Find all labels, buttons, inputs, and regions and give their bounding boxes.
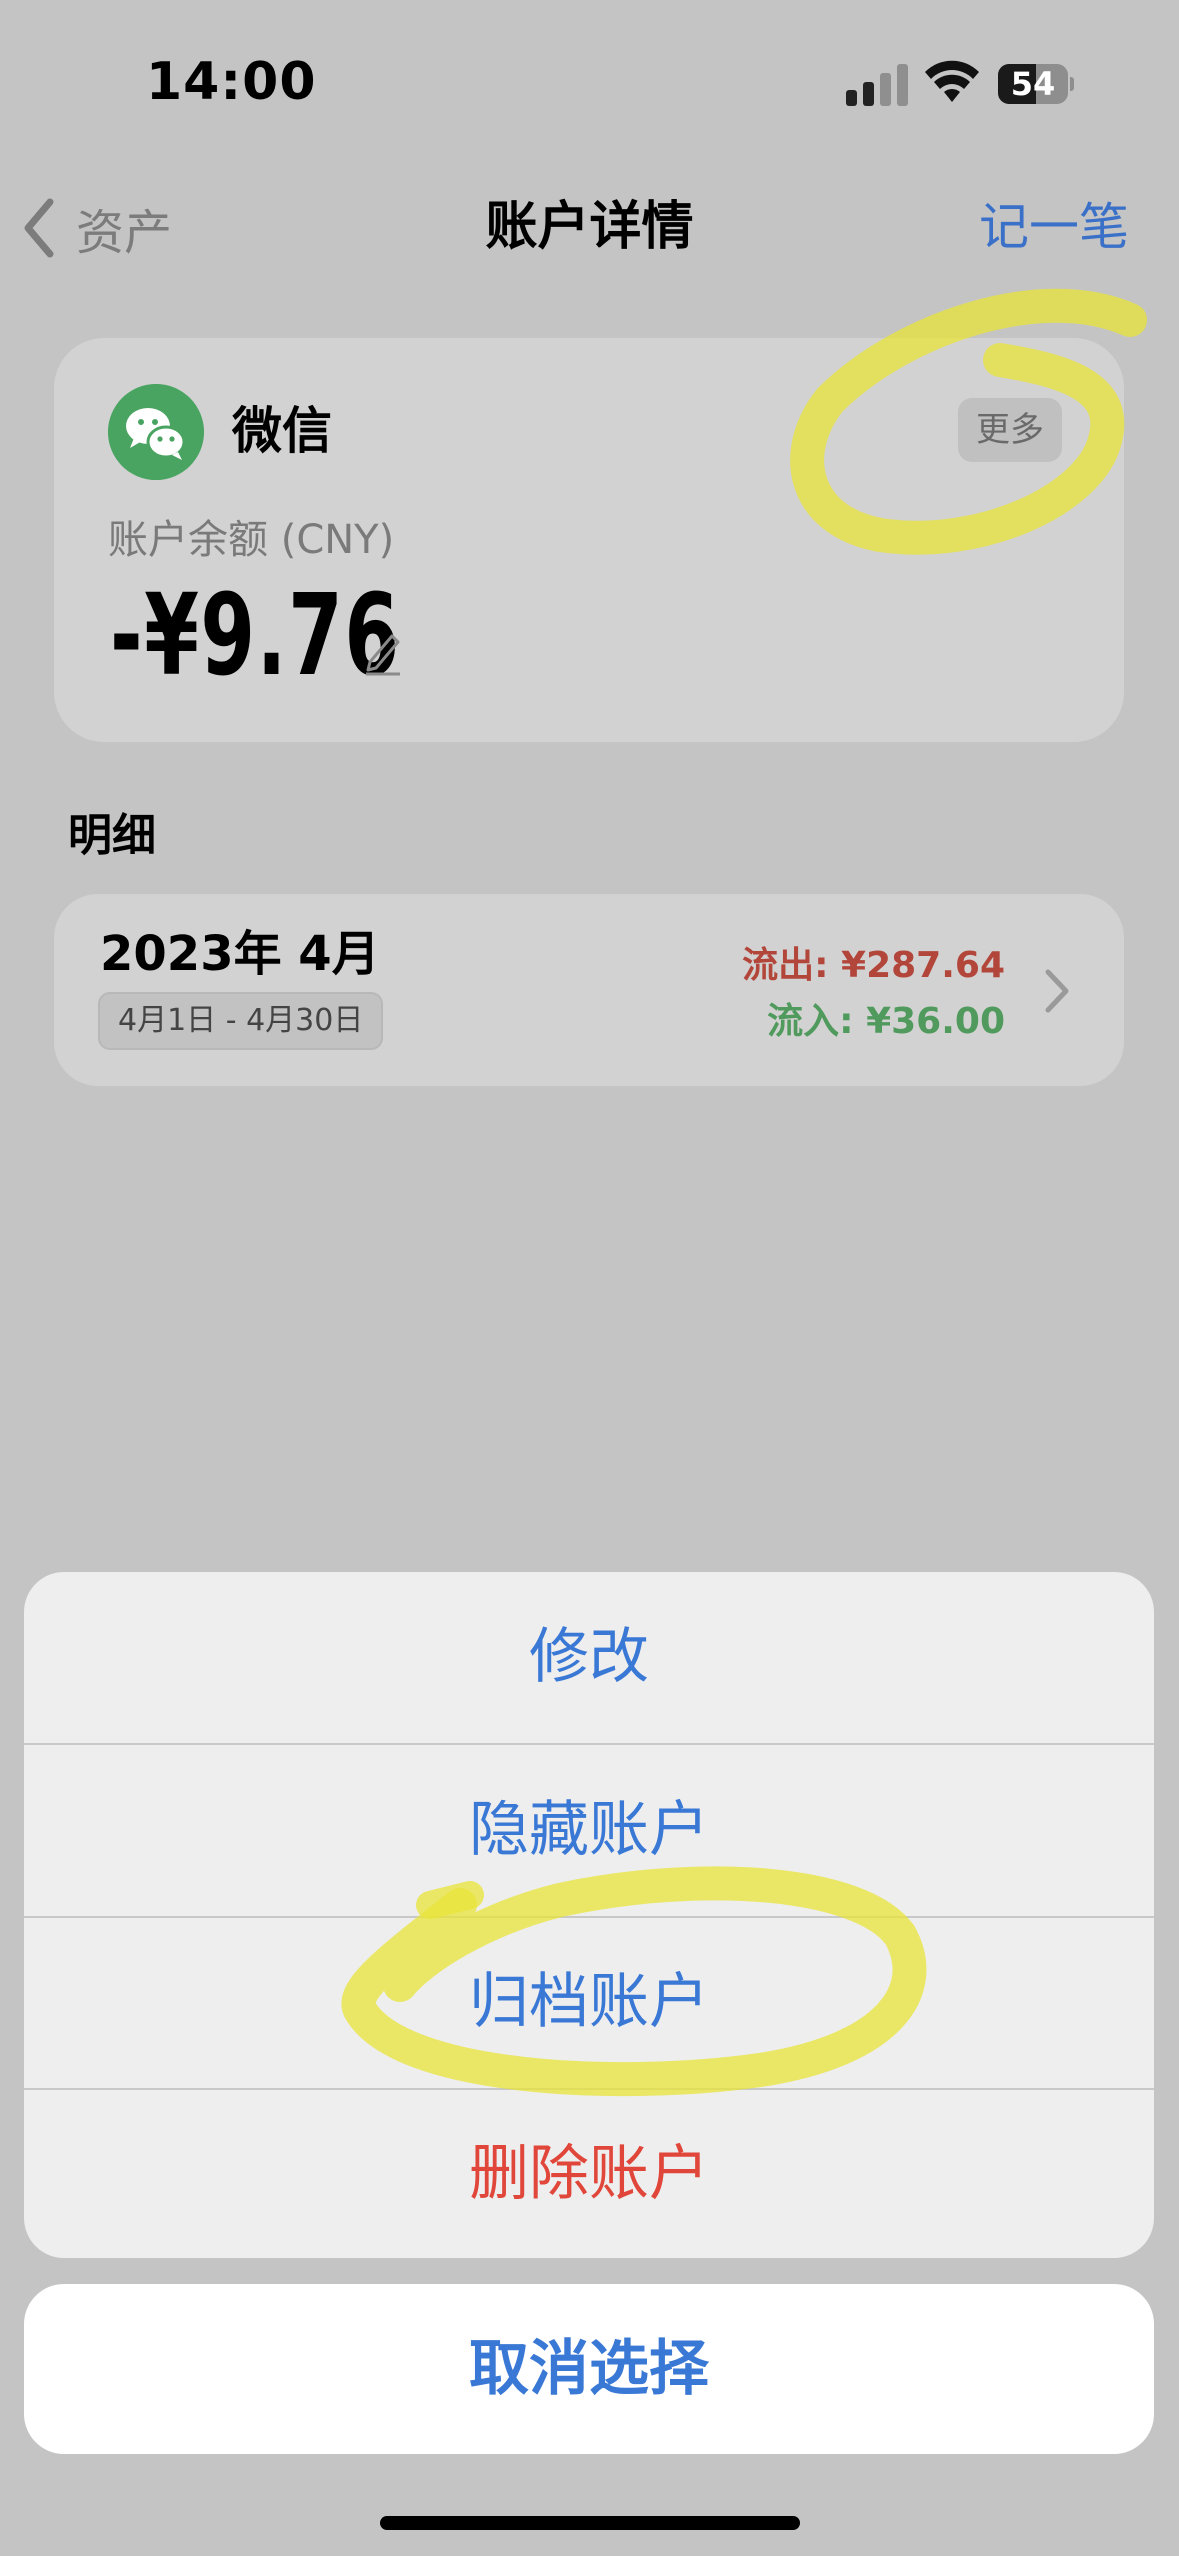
battery-percentage: 54 [1010,65,1056,103]
date-range-chip: 4月1日 - 4月30日 [98,992,384,1050]
wifi-icon [925,60,979,102]
delete-account-button[interactable]: 删除账户 [24,2089,1154,2258]
archive-account-button[interactable]: 归档账户 [24,1917,1154,2088]
month-label: 2023年 4月 [100,926,380,982]
outflow-amount: 流出: ¥287.64 [742,945,1005,986]
account-name: 微信 [232,402,332,460]
detail-heading: 明细 [68,810,156,861]
pencil-icon[interactable] [360,628,406,676]
battery-icon: 54 [998,64,1074,104]
edit-account-button[interactable]: 修改 [24,1572,1154,1743]
status-time: 14:00 [146,52,317,112]
wechat-icon [108,384,204,480]
action-sheet: 修改 隐藏账户 归档账户 删除账户 [24,1572,1154,2258]
cancel-button[interactable]: 取消选择 [24,2284,1154,2454]
hide-account-button[interactable]: 隐藏账户 [24,1745,1154,1916]
cellular-signal-icon [846,62,908,106]
chevron-right-icon [1045,969,1069,1013]
balance-label: 账户余额 (CNY) [108,517,395,563]
balance-value: -¥9.76 [110,571,401,701]
add-record-button[interactable]: 记一笔 [979,192,1129,262]
inflow-amount: 流入: ¥36.00 [767,1001,1005,1042]
more-button[interactable]: 更多 [958,398,1062,462]
home-indicator [380,2516,800,2530]
